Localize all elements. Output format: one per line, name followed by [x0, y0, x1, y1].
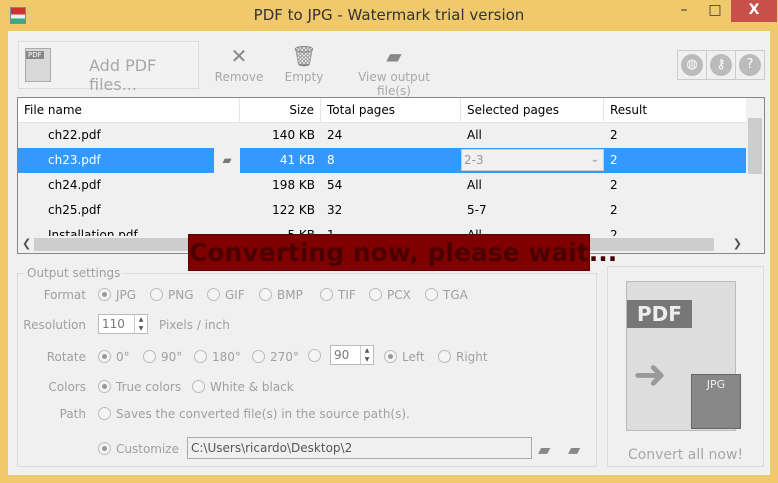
cell-selected: 2-3 ⌄ — [461, 148, 604, 173]
cell-name: ch25.pdf — [48, 203, 101, 217]
maximize-button[interactable]: □ — [702, 0, 728, 22]
selected-pages-combo[interactable]: 2-3 ⌄ — [461, 149, 604, 171]
true-colors-radio[interactable]: True colors — [98, 380, 181, 394]
web-button[interactable]: ◍ — [678, 51, 707, 79]
add-pdf-icon: PDF — [25, 48, 51, 82]
view-output-label: View output file(s) — [358, 70, 430, 98]
table-row[interactable]: ch24.pdf 198 KB 54 All 2 — [18, 173, 748, 198]
browse-folder-icon[interactable]: ▰ — [538, 440, 550, 459]
col-selected-pages[interactable]: Selected pages — [461, 98, 604, 122]
rotate-angle-value: 90 — [334, 348, 350, 362]
help-icon: ? — [739, 54, 761, 76]
format-radio-gif[interactable]: GIF — [207, 288, 245, 302]
spinner-arrows-icon[interactable]: ▲ ▼ — [360, 346, 373, 364]
rotate-radio-2[interactable]: 180° — [194, 350, 241, 364]
cell-size: 41 KB — [279, 153, 315, 167]
close-button[interactable]: X — [731, 0, 777, 22]
remove-icon: ✕ — [230, 44, 248, 68]
vertical-scroll-thumb[interactable] — [748, 118, 762, 174]
file-table: File name Size Total pages Selected page… — [17, 97, 765, 254]
cell-pages: 8 — [327, 153, 335, 167]
icon-button-group: ◍ ⚷ ? — [677, 50, 765, 80]
help-button[interactable]: ? — [736, 51, 764, 79]
format-radio-bmp[interactable]: BMP — [259, 288, 303, 302]
cell-result: 2 — [610, 203, 618, 217]
rotate-label: Rotate — [46, 350, 86, 364]
add-pdf-label: Add PDF files... — [89, 56, 157, 94]
empty-label: Empty — [284, 70, 324, 84]
rotate-angle-spinner[interactable]: 90 ▲ ▼ — [330, 345, 374, 365]
colors-label: Colors — [48, 380, 86, 394]
recycle-bin-icon: 🗑 — [291, 44, 317, 68]
table-row[interactable]: ch23.pdf 41 KB 8 2-3 ⌄ 2 ▰ — [18, 148, 748, 173]
view-output-button[interactable]: ▰ View output file(s) — [342, 44, 446, 98]
format-radio-png[interactable]: PNG — [150, 288, 194, 302]
table-row[interactable]: ch22.pdf 140 KB 24 All 2 — [18, 123, 748, 148]
converting-banner: Converting now, please wait... — [188, 234, 617, 271]
col-total-pages[interactable]: Total pages — [321, 98, 461, 122]
remove-button[interactable]: ✕ Remove — [214, 44, 264, 84]
cell-selected: All — [467, 178, 482, 192]
format-radio-pcx[interactable]: PCX — [369, 288, 411, 302]
rotate-custom-radio[interactable] — [308, 349, 326, 363]
resolution-spinner[interactable]: 110 ▲ ▼ — [98, 314, 148, 334]
title-bar: PDF to JPG - Watermark trial version – □… — [0, 0, 778, 32]
table-row[interactable]: ch25.pdf 122 KB 32 5-7 2 — [18, 198, 748, 223]
cell-size: 198 KB — [272, 178, 315, 192]
cell-pages: 54 — [327, 178, 343, 192]
rotate-left-radio[interactable]: Left — [384, 350, 425, 364]
col-size[interactable]: Size — [240, 98, 321, 122]
cell-name: ch24.pdf — [48, 178, 101, 192]
output-path-input[interactable]: C:\Users\ricardo\Desktop\2 — [187, 437, 532, 459]
path-label: Path — [59, 407, 86, 421]
cell-selected: All — [467, 128, 482, 142]
cell-selected: 5-7 — [467, 203, 487, 217]
cell-result: 2 — [610, 153, 618, 167]
globe-icon: ◍ — [681, 54, 703, 76]
empty-button[interactable]: 🗑 Empty — [282, 44, 326, 84]
row-folder-icon[interactable]: ▰ — [214, 148, 240, 173]
col-file-name[interactable]: File name — [18, 98, 240, 122]
cell-result: 2 — [610, 178, 618, 192]
add-pdf-files-button[interactable]: PDF Add PDF files... — [18, 41, 199, 94]
cell-size: 122 KB — [272, 203, 315, 217]
folder-icon: ▰ — [386, 44, 402, 68]
resolution-label: Resolution — [23, 318, 86, 332]
format-radio-tif[interactable]: TIF — [320, 288, 356, 302]
format-label: Format — [43, 288, 86, 302]
customize-path-radio[interactable]: Customize — [98, 442, 179, 456]
rotate-radio-1[interactable]: 90° — [143, 350, 182, 364]
scroll-right-icon[interactable]: ❯ — [733, 237, 742, 250]
resolution-unit: Pixels / inch — [159, 318, 230, 332]
format-radio-tga[interactable]: TGA — [425, 288, 468, 302]
cell-pages: 24 — [327, 128, 343, 142]
source-path-radio[interactable]: Saves the converted file(s) in the sourc… — [98, 407, 410, 421]
window-title: PDF to JPG - Watermark trial version — [253, 6, 525, 24]
remove-label: Remove — [214, 70, 264, 84]
spinner-arrows-icon[interactable]: ▲ ▼ — [134, 315, 147, 333]
convert-all-label: Convert all now! — [627, 447, 744, 463]
register-button[interactable]: ⚷ — [707, 51, 736, 79]
pdf-to-jpg-icon: PDF ➜ JPG — [626, 281, 741, 431]
cell-name: ch22.pdf — [48, 128, 101, 142]
col-result[interactable]: Result — [604, 98, 748, 122]
cell-pages: 32 — [327, 203, 343, 217]
open-folder-icon[interactable]: ▰ — [568, 440, 580, 459]
chevron-down-icon[interactable]: ⌄ — [591, 150, 599, 170]
output-settings-legend: Output settings — [24, 266, 124, 280]
table-header: File name Size Total pages Selected page… — [18, 98, 748, 123]
convert-all-button[interactable]: PDF ➜ JPG Convert all now! — [607, 266, 764, 467]
minimize-button[interactable]: – — [670, 0, 698, 22]
cell-name: ch23.pdf — [18, 148, 240, 173]
rotate-radio-3[interactable]: 270° — [252, 350, 299, 364]
scroll-left-icon[interactable]: ❮ — [22, 237, 31, 250]
cell-size: 140 KB — [272, 128, 315, 142]
rotate-right-radio[interactable]: Right — [438, 350, 488, 364]
resolution-value: 110 — [102, 317, 125, 331]
key-icon: ⚷ — [710, 54, 732, 76]
rotate-radio-0[interactable]: 0° — [98, 350, 130, 364]
white-black-radio[interactable]: White & black — [192, 380, 294, 394]
format-radio-jpg[interactable]: JPG — [98, 288, 136, 302]
cell-result: 2 — [610, 128, 618, 142]
